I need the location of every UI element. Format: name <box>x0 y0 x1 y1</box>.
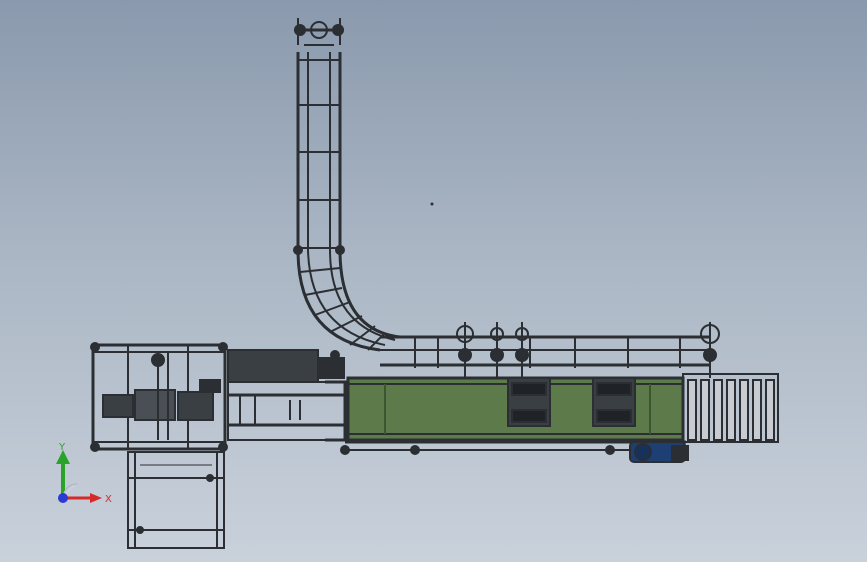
x-axis-label: X <box>105 494 112 505</box>
conveyor-assembly-model[interactable] <box>0 0 867 562</box>
drive-motor[interactable] <box>629 441 689 463</box>
vertical-ladder-conveyor[interactable] <box>294 18 344 250</box>
stray-point <box>430 202 434 206</box>
roller-table[interactable] <box>682 373 779 443</box>
transfer-section[interactable] <box>199 349 349 442</box>
cad-viewport[interactable]: Y X <box>0 0 867 562</box>
y-axis-label: Y <box>58 442 66 453</box>
pusher-block-2[interactable] <box>592 377 636 427</box>
horizontal-upper-conveyor[interactable] <box>380 322 720 378</box>
left-frame[interactable] <box>90 342 228 452</box>
coordinate-triad-icon: Y X <box>56 442 112 505</box>
pusher-block-1[interactable] <box>507 377 551 427</box>
lower-stand-frame[interactable] <box>127 451 225 549</box>
curved-conveyor-section[interactable] <box>293 245 401 360</box>
